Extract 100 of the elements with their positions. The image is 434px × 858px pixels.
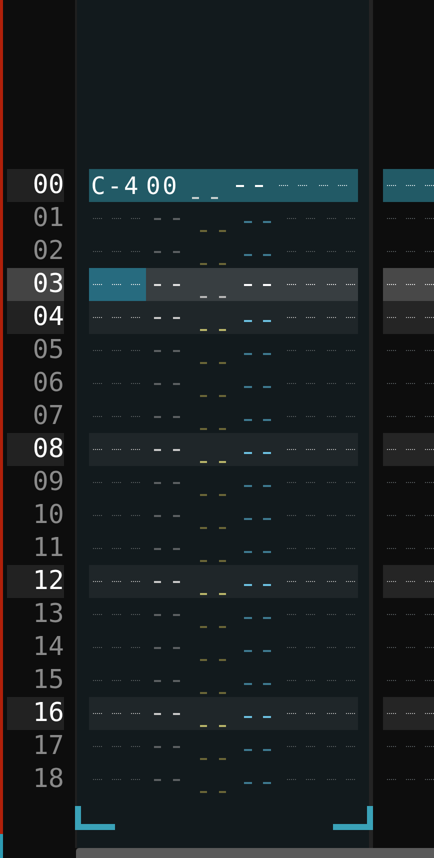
empty-mark — [425, 185, 434, 186]
pattern-row[interactable]: C-4 00 — [89, 169, 358, 202]
empty-mark — [154, 316, 161, 318]
empty-mark — [200, 692, 207, 694]
empty-mark — [346, 350, 355, 351]
empty-mark — [263, 320, 271, 322]
empty-mark — [346, 449, 355, 450]
empty-mark — [93, 713, 102, 714]
empty-mark — [93, 515, 102, 516]
empty-mark — [425, 218, 434, 219]
empty-mark — [327, 779, 336, 780]
empty-mark — [112, 218, 121, 219]
empty-mark — [287, 548, 296, 549]
empty-mark — [154, 448, 161, 450]
empty-mark — [306, 251, 315, 252]
empty-mark — [327, 251, 336, 252]
empty-mark — [425, 350, 434, 351]
empty-mark — [327, 515, 336, 516]
empty-mark — [263, 518, 271, 520]
empty-mark — [112, 647, 121, 648]
empty-mark — [93, 383, 102, 384]
empty-mark — [319, 185, 328, 186]
empty-mark — [406, 746, 415, 747]
pattern-row[interactable] — [383, 433, 434, 466]
pattern-row[interactable] — [89, 301, 358, 334]
empty-mark — [93, 647, 102, 648]
empty-mark — [244, 616, 252, 618]
empty-mark — [406, 548, 415, 549]
empty-mark — [406, 350, 415, 351]
empty-mark — [425, 713, 434, 714]
empty-mark — [327, 416, 336, 417]
instrument-text: 00 — [146, 172, 180, 200]
empty-mark — [387, 218, 396, 219]
pattern-row[interactable] — [89, 697, 358, 730]
empty-mark — [200, 526, 207, 528]
empty-mark — [338, 185, 347, 186]
pattern-row[interactable] — [89, 268, 358, 301]
row-number: 00 — [7, 169, 64, 202]
row-number: 05 — [32, 334, 64, 367]
empty-mark — [425, 548, 434, 549]
empty-mark — [263, 716, 271, 718]
empty-mark — [219, 494, 226, 496]
empty-mark — [346, 416, 355, 417]
empty-mark — [287, 746, 296, 747]
empty-mark — [131, 218, 140, 219]
empty-mark — [244, 284, 252, 286]
empty-mark — [93, 218, 102, 219]
empty-mark — [346, 779, 355, 780]
empty-mark — [287, 317, 296, 318]
empty-mark — [425, 647, 434, 648]
empty-mark — [327, 218, 336, 219]
empty-mark — [219, 262, 226, 264]
empty-mark — [306, 779, 315, 780]
empty-mark — [244, 682, 252, 684]
empty-mark — [327, 383, 336, 384]
note-text: C-4 — [91, 172, 140, 200]
empty-mark — [406, 383, 415, 384]
empty-mark — [112, 449, 121, 450]
empty-mark — [112, 779, 121, 780]
empty-mark — [306, 746, 315, 747]
empty-mark — [244, 254, 252, 256]
empty-mark — [287, 647, 296, 648]
empty-mark — [200, 394, 207, 396]
empty-mark — [173, 350, 180, 352]
empty-mark — [287, 350, 296, 351]
pattern-row[interactable] — [89, 565, 358, 598]
empty-mark — [346, 647, 355, 648]
scrollbar[interactable] — [76, 848, 434, 858]
empty-mark — [93, 449, 102, 450]
empty-mark — [406, 515, 415, 516]
empty-mark — [244, 518, 252, 520]
empty-mark — [211, 196, 218, 198]
pattern-row[interactable] — [383, 169, 434, 202]
empty-mark — [131, 317, 140, 318]
empty-mark — [112, 284, 121, 285]
empty-mark — [406, 416, 415, 417]
empty-mark — [287, 449, 296, 450]
empty-mark — [173, 382, 180, 384]
empty-mark — [425, 581, 434, 582]
empty-mark — [112, 251, 121, 252]
pattern-row[interactable] — [383, 301, 434, 334]
row-number: 08 — [7, 433, 64, 466]
empty-mark — [406, 185, 415, 186]
empty-mark — [346, 680, 355, 681]
empty-mark — [263, 284, 271, 286]
empty-mark — [425, 746, 434, 747]
empty-mark — [306, 350, 315, 351]
empty-mark — [219, 394, 226, 396]
empty-mark — [154, 646, 161, 648]
empty-mark — [425, 779, 434, 780]
pattern-row[interactable] — [383, 565, 434, 598]
pattern-row[interactable] — [89, 433, 358, 466]
empty-mark — [244, 418, 252, 420]
empty-mark — [244, 716, 252, 718]
empty-mark — [154, 548, 161, 550]
pattern-row[interactable] — [383, 697, 434, 730]
pattern-row[interactable] — [383, 268, 434, 301]
empty-mark — [244, 220, 252, 222]
empty-mark — [131, 284, 140, 285]
empty-mark — [131, 746, 140, 747]
